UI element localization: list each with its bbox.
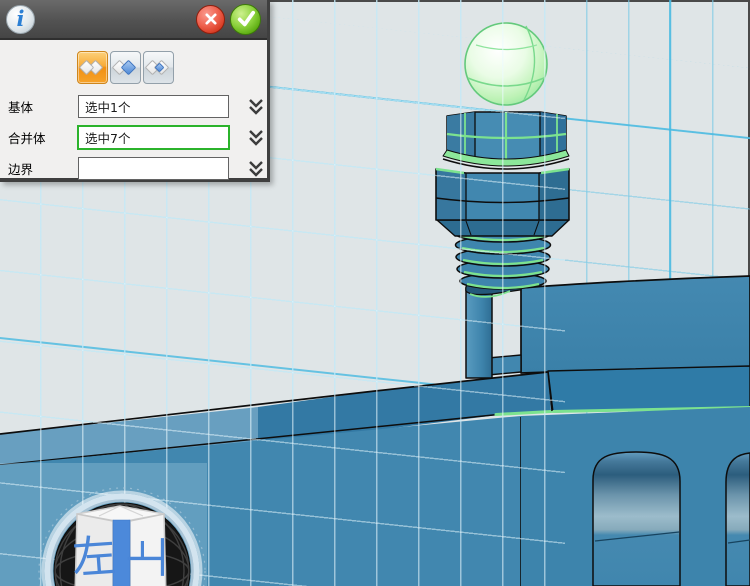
field-row-boundary: 边界	[0, 153, 267, 184]
view-cube-right-label: 上	[124, 536, 173, 578]
double-chevron-down-icon[interactable]	[246, 127, 266, 149]
boolean-mode-toolbar	[0, 40, 267, 84]
merge-body-field[interactable]: 选中7个	[77, 125, 230, 150]
boolean-intersect-button[interactable]	[143, 51, 174, 84]
double-chevron-down-icon[interactable]	[246, 96, 266, 118]
merge-body-label: 合并体	[8, 128, 78, 147]
dialog-titlebar: i	[0, 0, 267, 40]
base-body-field[interactable]: 选中1个	[78, 95, 229, 118]
field-row-merge: 合并体 选中7个	[0, 122, 267, 153]
confirm-button[interactable]	[230, 4, 261, 35]
close-icon	[200, 8, 222, 30]
view-cube-left-label: 左	[70, 531, 117, 585]
double-chevron-down-icon[interactable]	[246, 158, 266, 180]
cad-window: 左 上 i	[0, 0, 750, 586]
view-cube[interactable]: 左 上	[70, 506, 172, 586]
field-row-base: 基体 选中1个	[0, 91, 267, 122]
info-icon[interactable]: i	[6, 5, 35, 34]
cancel-button[interactable]	[196, 5, 225, 34]
check-icon	[233, 6, 259, 32]
boolean-add-button[interactable]	[77, 51, 108, 84]
boolean-operation-dialog: i	[0, 0, 270, 182]
boundary-label: 边界	[8, 159, 78, 178]
boundary-field[interactable]	[78, 157, 229, 180]
base-body-label: 基体	[8, 97, 78, 116]
boolean-subtract-button[interactable]	[110, 51, 141, 84]
